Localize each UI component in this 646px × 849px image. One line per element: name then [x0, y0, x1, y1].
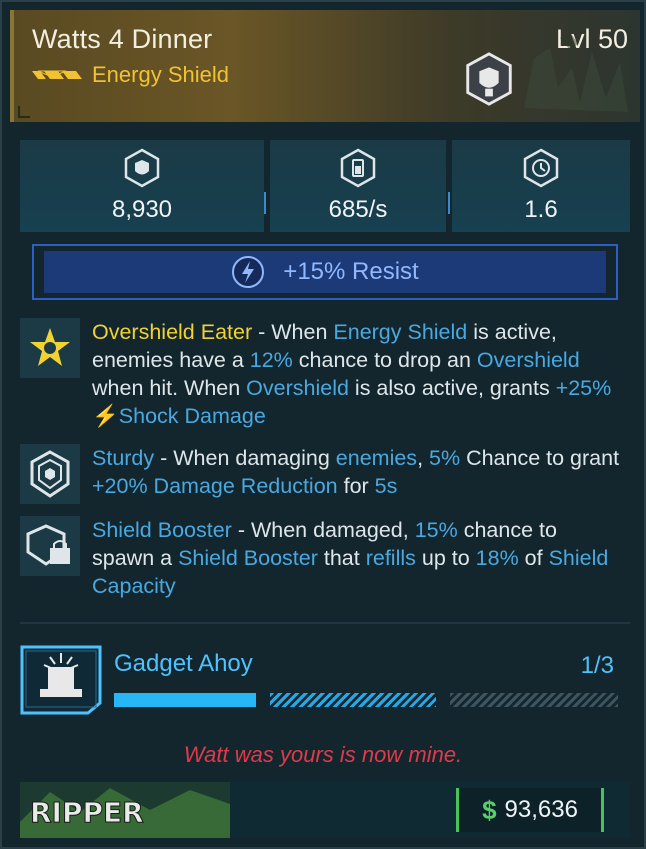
progress-segment-filled: [114, 693, 256, 707]
stat-recharge-rate: 685/s: [270, 140, 446, 232]
perk-overshield-eater: Overshield Eater - When Energy Shield is…: [20, 318, 630, 430]
stat-capacity: 8,930: [20, 140, 264, 232]
perk-keyword: enemies: [335, 446, 418, 470]
section-divider: [20, 622, 630, 624]
resist-banner: +15% Resist: [32, 244, 618, 300]
recharge-delay-icon: [523, 148, 559, 188]
perk-keyword: Shield Booster: [92, 518, 232, 542]
shield-type-icon: [466, 52, 512, 106]
stat-recharge-delay-value: 1.6: [524, 196, 558, 223]
challenge-name: Gadget Ahoy: [114, 650, 253, 677]
perk-description: chance to drop an: [292, 348, 477, 372]
resist-text: +15% Resist: [283, 258, 419, 285]
footer: RIPPER $ 93,636: [20, 782, 630, 838]
manufacturer-logo-text: RIPPER: [30, 796, 144, 829]
perk-keyword: 5%: [429, 446, 461, 470]
rarity-chevrons-icon: [32, 70, 82, 79]
perk-description: - When damaging: [154, 446, 336, 470]
overshield-eater-icon: [20, 318, 80, 378]
shock-icon: [232, 256, 265, 288]
item-price: 93,636: [504, 796, 578, 823]
perk-keyword: Overshield: [246, 376, 349, 400]
manufacturer-graffiti-icon: [524, 32, 628, 112]
perk-text: Overshield Eater - When Energy Shield is…: [92, 318, 620, 430]
perk-keyword: Energy Shield: [333, 320, 468, 344]
perk-description: up to: [415, 546, 476, 570]
item-card: Watts 4 Dinner Energy Shield Lvl 50 8,93…: [0, 0, 646, 849]
rarity-row: Energy Shield: [32, 62, 229, 88]
perk-keyword: Shock Damage: [118, 404, 266, 428]
manufacturer-logo: RIPPER: [20, 782, 230, 838]
perk-keyword: ⚡: [92, 404, 119, 428]
stat-capacity-value: 8,930: [111, 196, 173, 223]
item-name: Watts 4 Dinner: [32, 24, 213, 54]
perk-shield-booster: Shield Booster - When damaged, 15% chanc…: [20, 516, 630, 602]
perk-text: Sturdy - When damaging enemies, 5% Chanc…: [92, 444, 620, 500]
perk-keyword: Shield Booster: [178, 546, 318, 570]
sturdy-icon: [20, 444, 80, 504]
perk-keyword: 12%: [249, 348, 293, 372]
perk-description: - When damaged,: [231, 518, 415, 542]
perk-name: Overshield Eater: [92, 320, 253, 344]
resist-inner: +15% Resist: [44, 251, 606, 293]
flavor-text: Watt was yours is now mine.: [183, 742, 463, 767]
perk-sturdy: Sturdy - When damaging enemies, 5% Chanc…: [20, 444, 630, 504]
perk-description: when hit. When: [92, 376, 247, 400]
perk-keyword: Overshield: [476, 348, 580, 372]
perk-description: ,: [417, 446, 430, 470]
perk-keyword: 18%: [475, 546, 519, 570]
stat-recharge-rate-value: 685/s: [328, 196, 388, 223]
perk-description: of: [518, 546, 549, 570]
perk-description: for: [337, 474, 375, 498]
perk-keyword: +20% Damage Reduction: [92, 474, 338, 498]
perk-description: Chance to grant: [460, 446, 620, 470]
perk-description: that: [317, 546, 366, 570]
price-box: $ 93,636: [456, 788, 604, 832]
gadget-ahoy-icon: [20, 645, 102, 715]
perk-keyword: 15%: [414, 518, 458, 542]
stat-separator: [448, 192, 450, 214]
progress-segment-partial: [270, 693, 436, 707]
perk-description: is also active, grants: [348, 376, 556, 400]
item-header: Watts 4 Dinner Energy Shield Lvl 50: [10, 10, 640, 122]
shield-booster-icon: [20, 516, 80, 576]
item-type: Energy Shield: [92, 62, 229, 87]
stat-recharge-delay: 1.6: [452, 140, 630, 232]
perk-keyword: refills: [365, 546, 416, 570]
progress-segment-empty: [450, 693, 618, 707]
perk-keyword: Sturdy: [92, 446, 155, 470]
header-corner-marker: [18, 106, 30, 118]
shield-capacity-icon: [124, 148, 160, 188]
perk-keyword: 5s: [374, 474, 398, 498]
stat-separator: [264, 192, 266, 214]
challenge-count: 1/3: [580, 652, 614, 679]
perk-description: - When: [252, 320, 334, 344]
perk-text: Shield Booster - When damaged, 15% chanc…: [92, 516, 620, 600]
perk-keyword: +25%: [555, 376, 612, 400]
recharge-rate-icon: [340, 148, 376, 188]
currency-icon: $: [482, 794, 497, 825]
stats-row: 8,930 685/s 1.6: [20, 140, 630, 232]
